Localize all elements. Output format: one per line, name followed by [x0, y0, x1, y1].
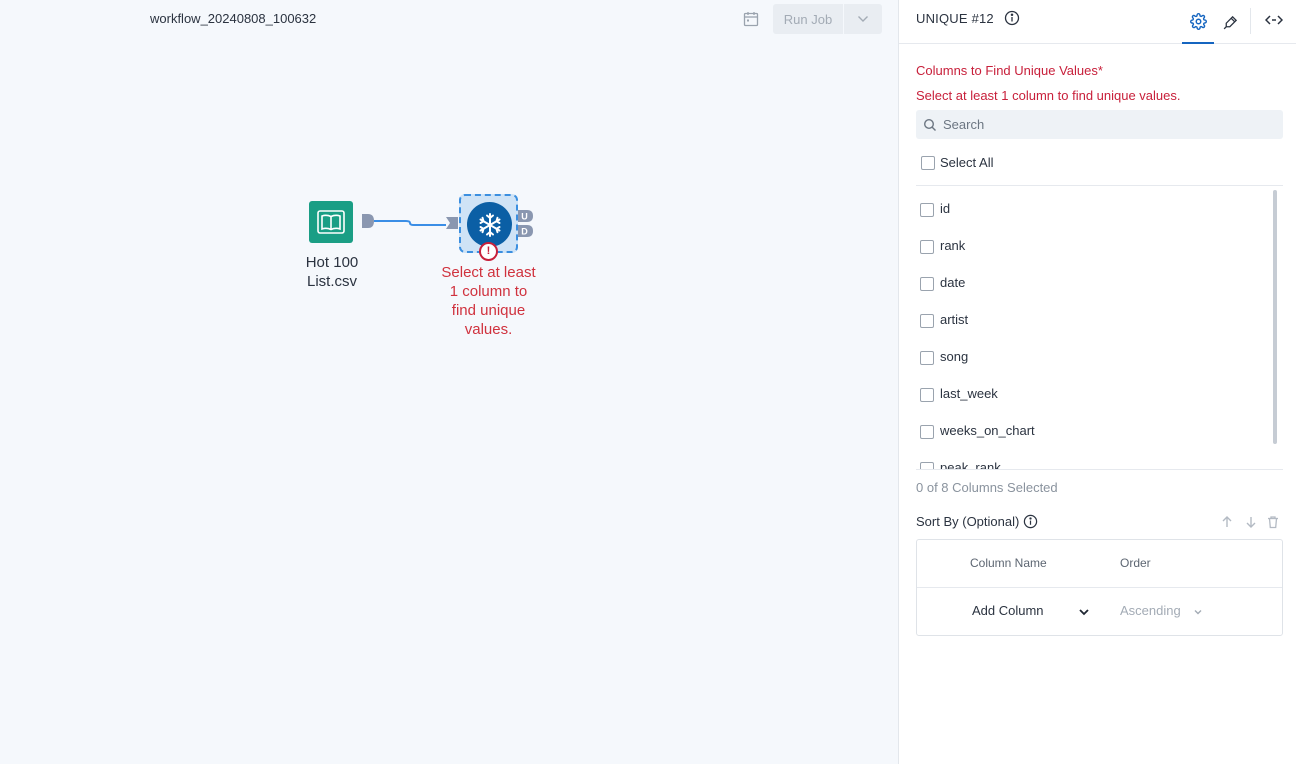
expand-horizontal-icon [1265, 15, 1283, 25]
column-option-label: last_week [940, 386, 998, 401]
table-divider [917, 587, 1282, 588]
arrow-down-icon[interactable] [1244, 515, 1258, 529]
order-header: Order [1120, 556, 1151, 570]
open-book-icon [317, 210, 345, 234]
run-job-button[interactable]: Run Job [773, 12, 843, 27]
column-checkbox[interactable] [920, 425, 934, 439]
column-checkbox[interactable] [920, 462, 934, 469]
column-checkbox[interactable] [920, 351, 934, 365]
tab-configuration[interactable] [1182, 0, 1214, 44]
configuration-panel: UNIQUE #12 Columns to Find Unique Values… [898, 0, 1296, 764]
columns-section-title: Columns to Find Unique Values* [916, 63, 1103, 78]
add-column-select[interactable]: Add Column [972, 603, 1044, 618]
column-checkbox[interactable] [920, 203, 934, 217]
node-error-message: Select at least 1 column to find unique … [441, 264, 536, 338]
column-option-label: date [940, 275, 966, 290]
column-search [916, 110, 1283, 139]
column-option-label: id [940, 201, 951, 216]
select-all-label: Select All [940, 155, 994, 170]
column-option-rank[interactable]: rank [916, 237, 1266, 257]
column-checkbox-list[interactable]: id rank date artist song last_week weeks… [916, 186, 1283, 469]
column-checkbox[interactable] [920, 277, 934, 291]
columns-validation-error: Select at least 1 column to find unique … [916, 88, 1181, 103]
chevron-down-icon[interactable] [1193, 607, 1203, 617]
column-option-date[interactable]: date [916, 274, 1266, 294]
column-name-header: Column Name [970, 556, 1047, 570]
column-option-id[interactable]: id [916, 200, 1266, 220]
anchor-u-label: U [521, 212, 528, 222]
error-icon: ! [479, 242, 498, 261]
list-scrollbar[interactable] [1273, 190, 1277, 444]
gear-icon [1189, 12, 1207, 30]
selected-count: 0 of 8 Columns Selected [916, 480, 1058, 495]
column-option-artist[interactable]: artist [916, 311, 1266, 331]
info-icon[interactable] [1023, 514, 1038, 529]
input-node-label: Hot 100 List.csv [305, 254, 359, 290]
column-option-weeks-on-chart[interactable]: weeks_on_chart [916, 422, 1266, 442]
output-anchor[interactable] [362, 214, 374, 228]
column-option-song[interactable]: song [916, 348, 1266, 368]
column-checkbox[interactable] [920, 388, 934, 402]
column-option-label: rank [940, 238, 966, 253]
column-option-last-week[interactable]: last_week [916, 385, 1266, 405]
sort-by-title: Sort By (Optional) [916, 514, 1020, 529]
connection-line[interactable] [374, 216, 458, 230]
column-option-label: weeks_on_chart [940, 423, 1035, 438]
select-all-checkbox[interactable] [921, 156, 935, 170]
column-option-label: peak_rank [940, 460, 1001, 469]
chevron-down-icon [858, 16, 868, 22]
pen-icon [1223, 15, 1237, 29]
run-job-dropdown-button[interactable] [844, 15, 882, 23]
column-option-peak-rank[interactable]: peak_rank [916, 459, 1266, 469]
column-option-label: artist [940, 312, 969, 327]
unique-tool-circle [467, 202, 512, 247]
run-job-split-button: Run Job [773, 4, 882, 34]
header-divider [1250, 8, 1251, 34]
select-all-row[interactable]: Select All [919, 154, 1279, 172]
chevron-down-icon[interactable] [1078, 606, 1090, 618]
input-data-node[interactable] [309, 201, 353, 243]
snowflake-icon [479, 212, 500, 237]
workflow-canvas[interactable]: workflow_20240808_100632 Run Job Hot 100… [0, 0, 898, 764]
column-checkbox[interactable] [920, 240, 934, 254]
column-option-label: song [940, 349, 969, 364]
anchor-d-label: D [521, 227, 528, 237]
expand-panel-button[interactable] [1260, 0, 1288, 40]
list-divider [916, 469, 1283, 470]
arrow-up-icon[interactable] [1220, 515, 1234, 529]
panel-header: UNIQUE #12 [899, 0, 1296, 44]
trash-icon[interactable] [1266, 515, 1280, 529]
order-select[interactable]: Ascending [1120, 603, 1181, 618]
search-input[interactable] [943, 117, 1273, 132]
panel-title: UNIQUE #12 [916, 11, 994, 26]
workflow-name: workflow_20240808_100632 [150, 11, 317, 26]
sort-table: Column Name Order Add Column Ascending [916, 539, 1283, 636]
duplicates-output-anchor[interactable]: D [518, 225, 533, 237]
column-checkbox[interactable] [920, 314, 934, 328]
calendar-icon[interactable] [742, 10, 760, 28]
tab-style[interactable] [1216, 0, 1244, 44]
info-icon[interactable] [1004, 10, 1020, 26]
search-icon [923, 118, 936, 131]
unique-output-anchor[interactable]: U [518, 210, 533, 222]
